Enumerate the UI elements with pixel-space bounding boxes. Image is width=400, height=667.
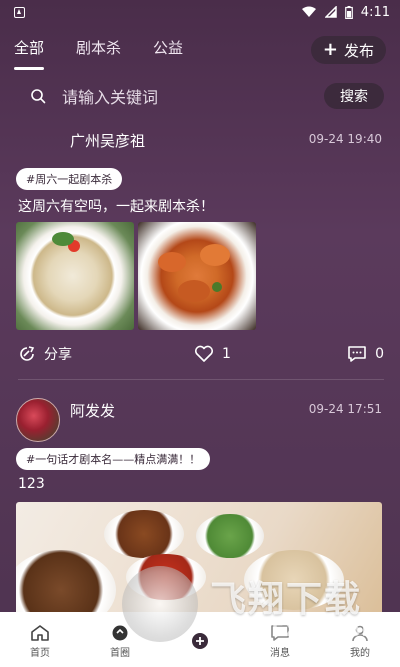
- dish-plate: [244, 550, 344, 610]
- share-button[interactable]: 分享: [18, 344, 72, 364]
- nav-add[interactable]: [170, 632, 230, 652]
- post-tag[interactable]: #一句话才剧本名——精点满满！！: [16, 448, 211, 470]
- tab-script-murder[interactable]: 剧本杀: [76, 30, 121, 70]
- nav-profile[interactable]: 我的: [330, 624, 390, 659]
- post-card[interactable]: 阿发发 09-24 17:51 #一句话才剧本名——精点满满！！ 123: [0, 394, 400, 667]
- like-button[interactable]: 1: [194, 345, 231, 363]
- post-divider: [18, 379, 384, 380]
- nav-circle-label: 首圈: [110, 648, 130, 659]
- nav-profile-label: 我的: [350, 648, 370, 659]
- shrimp-piece: [200, 244, 230, 266]
- circle-icon: [112, 625, 128, 641]
- share-icon: [20, 346, 35, 361]
- pepper-piece: [212, 282, 222, 292]
- status-bar: 4:11: [0, 0, 400, 24]
- plus-icon: +: [322, 39, 338, 60]
- dish-plate: [104, 510, 184, 558]
- post-header: 阿发发 09-24 17:51: [0, 394, 400, 442]
- home-icon: [31, 625, 49, 641]
- search-icon: [31, 89, 46, 104]
- profile-icon: [352, 625, 368, 642]
- like-count: 1: [222, 346, 231, 362]
- comment-count: 0: [375, 346, 384, 362]
- comment-icon: [348, 346, 366, 362]
- notification-icon: [14, 6, 25, 18]
- add-icon: [192, 632, 208, 649]
- bottom-nav: 首页 首圈 消息 我的: [0, 612, 400, 667]
- nav-messages[interactable]: 消息: [250, 624, 310, 659]
- post-card[interactable]: 广州吴彦祖 09-24 19:40 #周六一起剧本杀 这周六有空吗，一起来剧本杀…: [0, 124, 400, 380]
- post-image-shrimp[interactable]: [138, 222, 256, 330]
- dish-plate: [126, 554, 206, 600]
- nav-home-label: 首页: [30, 648, 50, 659]
- search-input[interactable]: 请输入关键词: [62, 84, 324, 108]
- post-image-noodles[interactable]: [16, 222, 134, 330]
- shrimp-piece: [158, 252, 186, 272]
- nav-circle[interactable]: 首圈: [90, 624, 150, 659]
- search-bar: 请输入关键词 搜索: [18, 80, 384, 112]
- post-time: 09-24 17:51: [308, 402, 382, 416]
- dish-plate: [196, 514, 264, 558]
- signal-icon: [324, 6, 337, 18]
- status-right: 4:11: [301, 5, 390, 20]
- post-text: 这周六有空吗，一起来剧本杀！: [18, 199, 214, 215]
- tab-charity[interactable]: 公益: [153, 30, 183, 70]
- tab-all[interactable]: 全部: [14, 30, 44, 70]
- comment-button[interactable]: 0: [347, 345, 384, 363]
- avatar[interactable]: [16, 398, 60, 442]
- heart-icon: [194, 345, 214, 362]
- search-button[interactable]: 搜索: [324, 83, 384, 109]
- post-text: 123: [18, 476, 45, 492]
- post-header: 广州吴彦祖 09-24 19:40: [0, 124, 400, 160]
- publish-label: 发布: [343, 41, 374, 60]
- post-tag[interactable]: #周六一起剧本杀: [16, 168, 123, 190]
- publish-button[interactable]: + 发布: [310, 36, 386, 64]
- top-tabs: 全部 剧本杀 公益 + 发布: [0, 30, 400, 70]
- post-username[interactable]: 广州吴彦祖: [70, 130, 145, 151]
- share-label: 分享: [44, 347, 72, 363]
- post-actions: 分享 1 0: [18, 342, 384, 366]
- wifi-icon: [301, 6, 317, 18]
- shrimp-piece: [178, 280, 210, 302]
- post-username[interactable]: 阿发发: [70, 400, 115, 421]
- message-icon: [271, 625, 289, 641]
- nav-home[interactable]: 首页: [10, 624, 70, 659]
- battery-icon: [344, 5, 353, 19]
- status-time: 4:11: [360, 4, 390, 20]
- status-left: [14, 6, 25, 18]
- herb-garnish: [52, 232, 74, 246]
- nav-messages-label: 消息: [270, 648, 290, 659]
- post-time: 09-24 19:40: [308, 132, 382, 146]
